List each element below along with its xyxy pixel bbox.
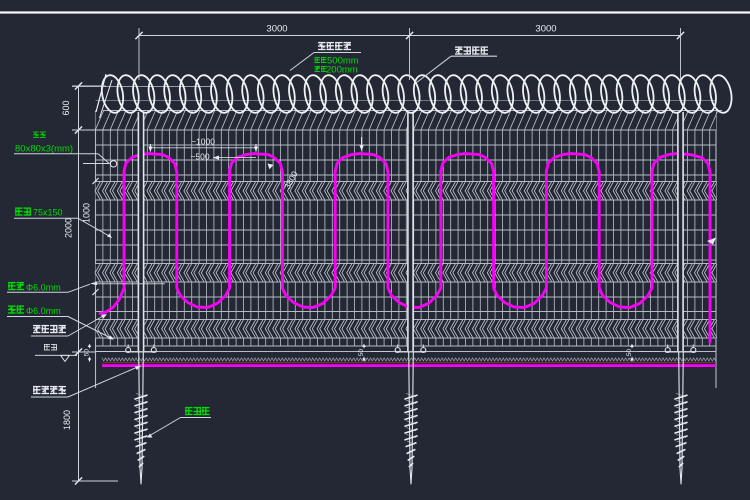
svg-text:~1000: ~1000 [191, 136, 215, 146]
svg-text:75x150: 75x150 [33, 208, 63, 218]
svg-text:~500: ~500 [190, 151, 209, 161]
svg-text:3000: 3000 [535, 24, 556, 35]
svg-text:Φ6.0mm: Φ6.0mm [26, 306, 61, 316]
svg-text:3000: 3000 [266, 24, 287, 35]
svg-text:1000: 1000 [82, 203, 92, 223]
svg-text:50: 50 [626, 349, 633, 357]
svg-text:50: 50 [358, 349, 365, 357]
svg-text:50: 50 [83, 349, 90, 357]
svg-text:200mm: 200mm [326, 65, 358, 76]
svg-text:Φ6.0mm: Φ6.0mm [26, 283, 61, 293]
svg-text:80x80x3(mm): 80x80x3(mm) [15, 144, 73, 155]
svg-text:600: 600 [61, 100, 71, 115]
svg-text:2000: 2000 [64, 218, 74, 238]
svg-text:1800: 1800 [62, 410, 72, 430]
